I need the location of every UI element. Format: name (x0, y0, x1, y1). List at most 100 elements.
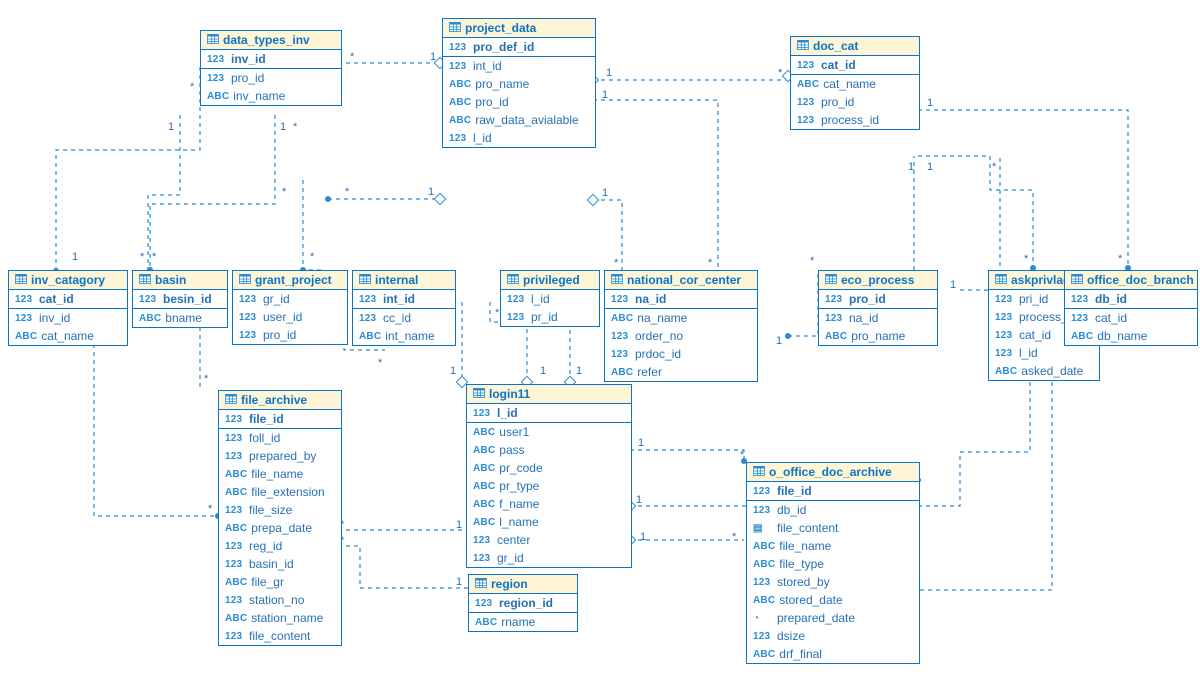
column-pro_id[interactable]: 123pro_id (201, 69, 341, 87)
entity-header[interactable]: basin (133, 271, 227, 290)
entity-header[interactable]: privileged (501, 271, 599, 290)
entity-national_cor_center[interactable]: national_cor_center123na_idABCna_name123… (604, 270, 758, 382)
column-pro_id[interactable]: 123pro_id (819, 290, 937, 308)
column-prepared_by[interactable]: 123prepared_by (219, 447, 341, 465)
column-drf_final[interactable]: ABCdrf_final (747, 645, 919, 663)
column-file_name[interactable]: ABCfile_name (219, 465, 341, 483)
column-cc_id[interactable]: 123cc_id (353, 309, 455, 327)
entity-header[interactable]: inv_catagory (9, 271, 127, 290)
entity-office_doc_branch[interactable]: office_doc_branch123db_id123cat_idABCdb_… (1064, 270, 1198, 346)
entity-project_data[interactable]: project_data123pro_def_id123int_idABCpro… (442, 18, 596, 148)
column-inv_name[interactable]: ABCinv_name (201, 87, 341, 105)
entity-header[interactable]: project_data (443, 19, 595, 38)
column-l_name[interactable]: ABCl_name (467, 513, 631, 531)
entity-header[interactable]: office_doc_branch (1065, 271, 1197, 290)
column-cat_id[interactable]: 123cat_id (1065, 309, 1197, 327)
column-inv_id[interactable]: 123inv_id (9, 309, 127, 327)
column-db_id[interactable]: 123db_id (1065, 290, 1197, 308)
column-besin_id[interactable]: 123besin_id (133, 290, 227, 308)
column-na_id[interactable]: 123na_id (605, 290, 757, 308)
column-file_size[interactable]: 123file_size (219, 501, 341, 519)
column-na_id[interactable]: 123na_id (819, 309, 937, 327)
column-file_gr[interactable]: ABCfile_gr (219, 573, 341, 591)
column-int_id[interactable]: 123int_id (443, 57, 595, 75)
column-prdoc_id[interactable]: 123prdoc_id (605, 345, 757, 363)
entity-basin[interactable]: basin123besin_idABCbname (132, 270, 228, 328)
column-inv_id[interactable]: 123inv_id (201, 50, 341, 68)
column-center[interactable]: 123center (467, 531, 631, 549)
entity-o_office_doc_archive[interactable]: o_office_doc_archive123file_id123db_id▤f… (746, 462, 920, 664)
entity-header[interactable]: doc_cat (791, 37, 919, 56)
column-l_id[interactable]: 123l_id (467, 404, 631, 422)
column-pro_name[interactable]: ABCpro_name (819, 327, 937, 345)
column-stored_by[interactable]: 123stored_by (747, 573, 919, 591)
entity-header[interactable]: o_office_doc_archive (747, 463, 919, 482)
entity-header[interactable]: file_archive (219, 391, 341, 410)
column-l_id[interactable]: 123l_id (501, 290, 599, 308)
column-pro_id[interactable]: ABCpro_id (443, 93, 595, 111)
entity-privileged[interactable]: privileged123l_id123pr_id (500, 270, 600, 327)
column-prepa_date[interactable]: ABCprepa_date (219, 519, 341, 537)
column-db_id[interactable]: 123db_id (747, 501, 919, 519)
column-file_name[interactable]: ABCfile_name (747, 537, 919, 555)
column-stored_date[interactable]: ABCstored_date (747, 591, 919, 609)
entity-header[interactable]: login11 (467, 385, 631, 404)
column-file_content[interactable]: ▤file_content (747, 519, 919, 537)
column-region_id[interactable]: 123region_id (469, 594, 577, 612)
column-cat_id[interactable]: 123cat_id (9, 290, 127, 308)
column-order_no[interactable]: 123order_no (605, 327, 757, 345)
column-f_name[interactable]: ABCf_name (467, 495, 631, 513)
column-foll_id[interactable]: 123foll_id (219, 429, 341, 447)
column-refer[interactable]: ABCrefer (605, 363, 757, 381)
column-rname[interactable]: ABCrname (469, 613, 577, 631)
column-dsize[interactable]: 123dsize (747, 627, 919, 645)
entity-internal[interactable]: internal123int_id123cc_idABCint_name (352, 270, 456, 346)
column-file_extension[interactable]: ABCfile_extension (219, 483, 341, 501)
column-pro_def_id[interactable]: 123pro_def_id (443, 38, 595, 56)
column-db_name[interactable]: ABCdb_name (1065, 327, 1197, 345)
entity-inv_catagory[interactable]: inv_catagory123cat_id123inv_idABCcat_nam… (8, 270, 128, 346)
entity-header[interactable]: grant_project (233, 271, 347, 290)
column-file_id[interactable]: 123file_id (219, 410, 341, 428)
column-pro_name[interactable]: ABCpro_name (443, 75, 595, 93)
column-user1[interactable]: ABCuser1 (467, 423, 631, 441)
column-asked_date[interactable]: ABCasked_date (989, 362, 1099, 380)
entity-file_archive[interactable]: file_archive123file_id123foll_id123prepa… (218, 390, 342, 646)
entity-eco_process[interactable]: eco_process123pro_id123na_idABCpro_name (818, 270, 938, 346)
entity-header[interactable]: region (469, 575, 577, 594)
column-process_id[interactable]: 123process_id (791, 111, 919, 129)
entity-header[interactable]: data_types_inv (201, 31, 341, 50)
column-pr_type[interactable]: ABCpr_type (467, 477, 631, 495)
column-pro_id[interactable]: 123pro_id (791, 93, 919, 111)
entity-doc_cat[interactable]: doc_cat123cat_idABCcat_name123pro_id123p… (790, 36, 920, 130)
entity-header[interactable]: internal (353, 271, 455, 290)
column-int_id[interactable]: 123int_id (353, 290, 455, 308)
column-pass[interactable]: ABCpass (467, 441, 631, 459)
column-cat_id[interactable]: 123cat_id (791, 56, 919, 74)
entity-header[interactable]: eco_process (819, 271, 937, 290)
column-reg_id[interactable]: 123reg_id (219, 537, 341, 555)
column-na_name[interactable]: ABCna_name (605, 309, 757, 327)
column-bname[interactable]: ABCbname (133, 309, 227, 327)
column-raw_data_avialable[interactable]: ABCraw_data_avialable (443, 111, 595, 129)
column-int_name[interactable]: ABCint_name (353, 327, 455, 345)
column-station_no[interactable]: 123station_no (219, 591, 341, 609)
column-basin_id[interactable]: 123basin_id (219, 555, 341, 573)
entity-data_types_inv[interactable]: data_types_inv123inv_id123pro_idABCinv_n… (200, 30, 342, 106)
column-pr_code[interactable]: ABCpr_code (467, 459, 631, 477)
column-file_content[interactable]: 123file_content (219, 627, 341, 645)
column-gr_id[interactable]: 123gr_id (233, 290, 347, 308)
column-user_id[interactable]: 123user_id (233, 308, 347, 326)
column-station_name[interactable]: ABCstation_name (219, 609, 341, 627)
column-l_id[interactable]: 123l_id (989, 344, 1099, 362)
column-cat_name[interactable]: ABCcat_name (9, 327, 127, 345)
column-cat_name[interactable]: ABCcat_name (791, 75, 919, 93)
column-gr_id[interactable]: 123gr_id (467, 549, 631, 567)
column-prepared_date[interactable]: ◔prepared_date (747, 609, 919, 627)
entity-login11[interactable]: login11123l_idABCuser1ABCpassABCpr_codeA… (466, 384, 632, 568)
column-l_id[interactable]: 123l_id (443, 129, 595, 147)
column-pro_id[interactable]: 123pro_id (233, 326, 347, 344)
entity-region[interactable]: region123region_idABCrname (468, 574, 578, 632)
entity-grant_project[interactable]: grant_project123gr_id123user_id123pro_id (232, 270, 348, 345)
column-file_type[interactable]: ABCfile_type (747, 555, 919, 573)
